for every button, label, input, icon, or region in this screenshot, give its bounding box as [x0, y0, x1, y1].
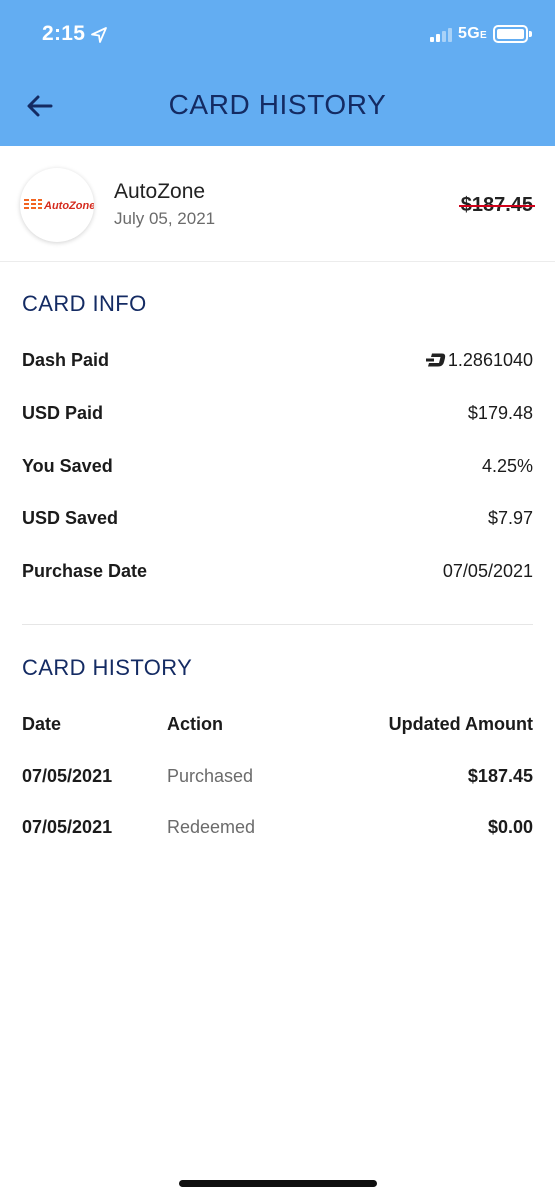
purchase-date-value: 07/05/2021 — [442, 561, 533, 581]
history-row-date: 07/05/2021 — [22, 817, 113, 837]
dash-currency-icon — [425, 353, 446, 367]
header-bar: 2:15 5GE CARD HISTORY — [0, 0, 555, 146]
history-row-action: Redeemed — [167, 817, 256, 837]
page-title: CARD HISTORY — [168, 89, 387, 120]
battery-icon — [493, 25, 528, 43]
merchant-name: AutoZone — [114, 180, 206, 203]
network-indicator: 5GE — [458, 25, 487, 42]
original-amount: $187.45 — [458, 194, 535, 216]
history-header-action: Action — [167, 714, 223, 734]
history-row-amount: $187.45 — [467, 766, 533, 786]
you-saved-value: 4.25% — [481, 456, 533, 476]
merchant-logo: AutoZone — [20, 168, 94, 242]
cell-signal-icon — [430, 26, 454, 42]
usd-paid-value: $179.48 — [467, 403, 533, 423]
home-indicator[interactable] — [179, 1180, 377, 1187]
logo-wordmark: AutoZone — [43, 200, 94, 212]
merchant-date: July 05, 2021 — [114, 209, 216, 228]
autozone-logo-icon: AutoZone — [24, 199, 94, 212]
section-divider — [22, 624, 533, 625]
strikethrough-line — [458, 205, 535, 207]
history-header-amount: Updated Amount — [388, 714, 533, 734]
card-history-title: CARD HISTORY — [22, 655, 193, 680]
history-row-amount: $0.00 — [487, 817, 533, 837]
merchant-summary: AutoZone AutoZone July 05, 2021 $187.45 — [0, 146, 555, 262]
dash-paid-label: Dash Paid — [22, 350, 110, 370]
history-row-action: Purchased — [167, 766, 254, 786]
history-header-date: Date — [22, 714, 62, 734]
card-info-title: CARD INFO — [22, 291, 147, 316]
history-row-date: 07/05/2021 — [22, 766, 113, 786]
location-arrow-icon — [91, 27, 107, 43]
dash-paid-value: 1.2861040 — [425, 350, 533, 371]
usd-saved-label: USD Saved — [22, 508, 119, 528]
purchase-date-label: Purchase Date — [22, 561, 148, 581]
usd-paid-label: USD Paid — [22, 403, 104, 423]
usd-saved-value: $7.97 — [487, 508, 533, 528]
you-saved-label: You Saved — [22, 456, 113, 476]
battery-cap — [529, 31, 532, 37]
status-time: 2:15 — [42, 22, 86, 45]
